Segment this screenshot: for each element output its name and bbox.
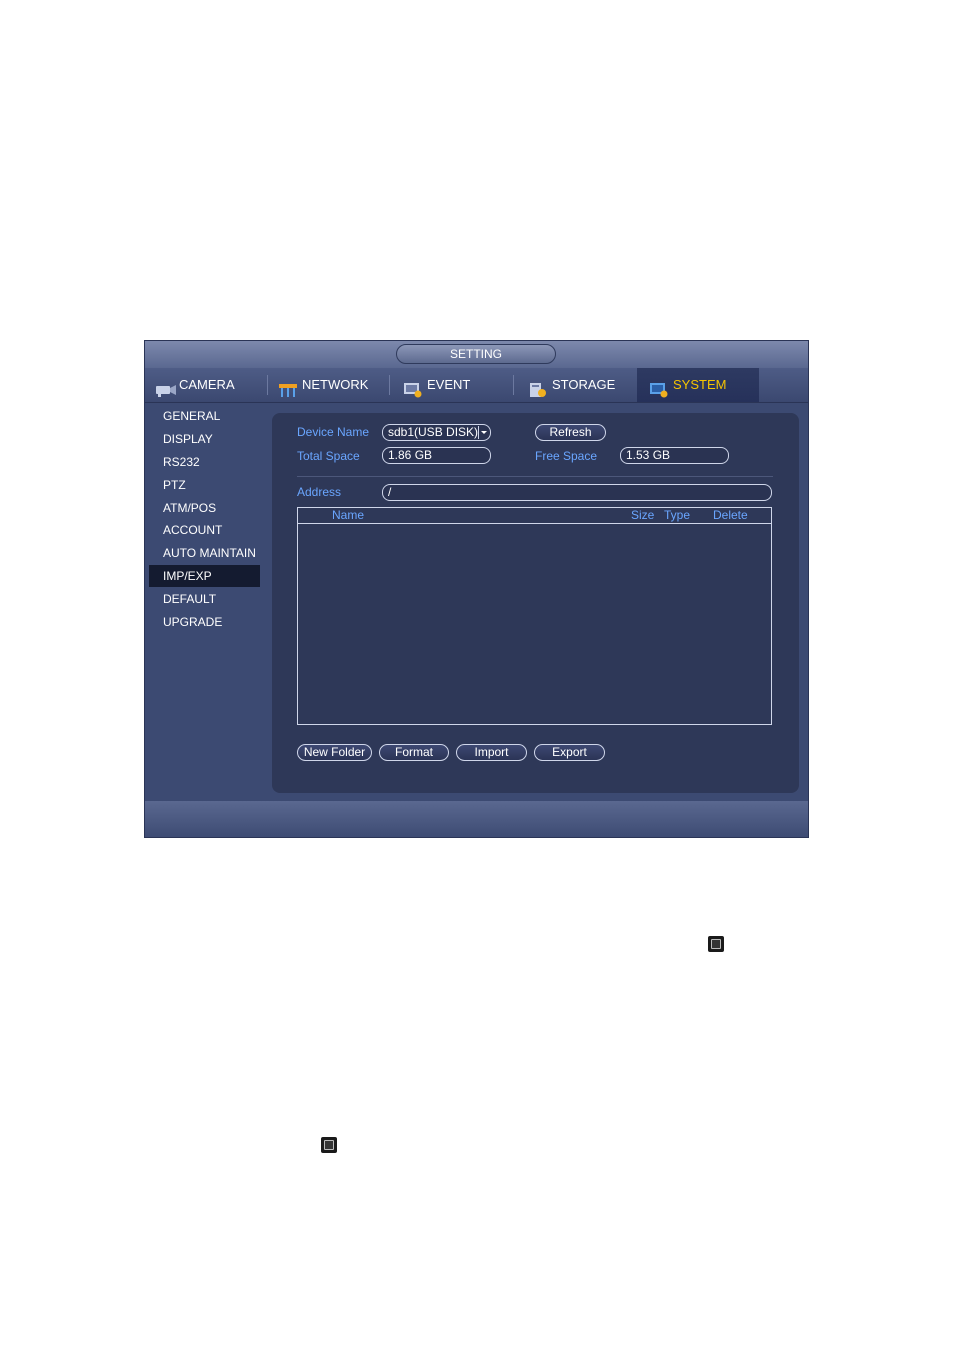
new-folder-button[interactable]: New Folder xyxy=(297,744,372,761)
status-bar xyxy=(145,801,808,837)
sidebar-item-atm-pos[interactable]: ATM/POS xyxy=(149,497,260,519)
sidebar: GENERAL DISPLAY RS232 PTZ ATM/POS ACCOUN… xyxy=(145,403,270,799)
chevron-down-icon[interactable] xyxy=(478,426,489,439)
tab-separator xyxy=(389,375,390,395)
export-button[interactable]: Export xyxy=(534,744,605,761)
title-bar: SETTING xyxy=(145,341,808,368)
camera-icon xyxy=(155,377,176,397)
refresh-button[interactable]: Refresh xyxy=(535,424,606,441)
sidebar-item-upgrade[interactable]: UPGRADE xyxy=(149,611,260,633)
stop-icon xyxy=(708,936,724,952)
format-button[interactable]: Format xyxy=(379,744,449,761)
column-size[interactable]: Size xyxy=(631,508,654,523)
sidebar-item-ptz[interactable]: PTZ xyxy=(149,474,260,496)
sidebar-item-imp-exp[interactable]: IMP/EXP xyxy=(149,565,260,587)
file-list-header: Name Size Type Delete xyxy=(298,508,771,524)
sidebar-item-default[interactable]: DEFAULT xyxy=(149,588,260,610)
tab-label: SYSTEM xyxy=(673,377,727,392)
sidebar-item-general[interactable]: GENERAL xyxy=(149,405,260,427)
address-label: Address xyxy=(297,485,342,499)
device-name-value: sdb1(USB DISK) xyxy=(388,425,479,439)
address-field[interactable]: / xyxy=(382,484,772,501)
device-name-label: Device Name xyxy=(297,425,370,439)
file-list[interactable]: Name Size Type Delete xyxy=(297,507,772,725)
event-icon xyxy=(403,377,423,398)
tab-storage[interactable]: STORAGE xyxy=(528,368,650,402)
tab-separator xyxy=(513,375,514,395)
tab-event[interactable]: EVENT xyxy=(403,368,525,402)
column-type[interactable]: Type xyxy=(664,508,690,523)
sidebar-item-account[interactable]: ACCOUNT xyxy=(149,519,260,541)
tab-network[interactable]: NETWORK xyxy=(278,368,400,402)
sidebar-item-rs232[interactable]: RS232 xyxy=(149,451,260,473)
sidebar-item-display[interactable]: DISPLAY xyxy=(149,428,260,450)
tab-label: STORAGE xyxy=(552,377,616,392)
free-space-label: Free Space xyxy=(535,449,598,463)
total-space-label: Total Space xyxy=(297,449,360,463)
device-name-select[interactable]: sdb1(USB DISK) xyxy=(382,424,491,441)
column-name[interactable]: Name xyxy=(332,508,364,523)
sidebar-item-auto-maintain[interactable]: AUTO MAINTAIN xyxy=(149,542,260,564)
settings-window: SETTING CAMERA NETWORK EVENT STORAGE SYS… xyxy=(144,340,809,838)
storage-icon xyxy=(528,377,548,397)
tab-label: NETWORK xyxy=(302,377,369,392)
import-button[interactable]: Import xyxy=(456,744,527,761)
column-delete[interactable]: Delete xyxy=(713,508,748,523)
total-space-field: 1.86 GB xyxy=(382,447,491,464)
tab-camera[interactable]: CAMERA xyxy=(155,368,277,402)
stop-icon xyxy=(321,1137,337,1153)
tab-bar: CAMERA NETWORK EVENT STORAGE SYSTEM xyxy=(145,368,808,403)
network-icon xyxy=(278,377,298,397)
tab-separator xyxy=(267,375,268,395)
free-space-field: 1.53 GB xyxy=(620,447,729,464)
divider xyxy=(297,476,773,477)
tab-system[interactable]: SYSTEM xyxy=(637,368,759,402)
tab-label: EVENT xyxy=(427,377,471,392)
tab-label: CAMERA xyxy=(179,377,235,392)
window-title: SETTING xyxy=(396,344,556,364)
imp-exp-panel: Device Name sdb1(USB DISK) Refresh Total… xyxy=(272,413,799,793)
system-icon xyxy=(649,377,669,398)
